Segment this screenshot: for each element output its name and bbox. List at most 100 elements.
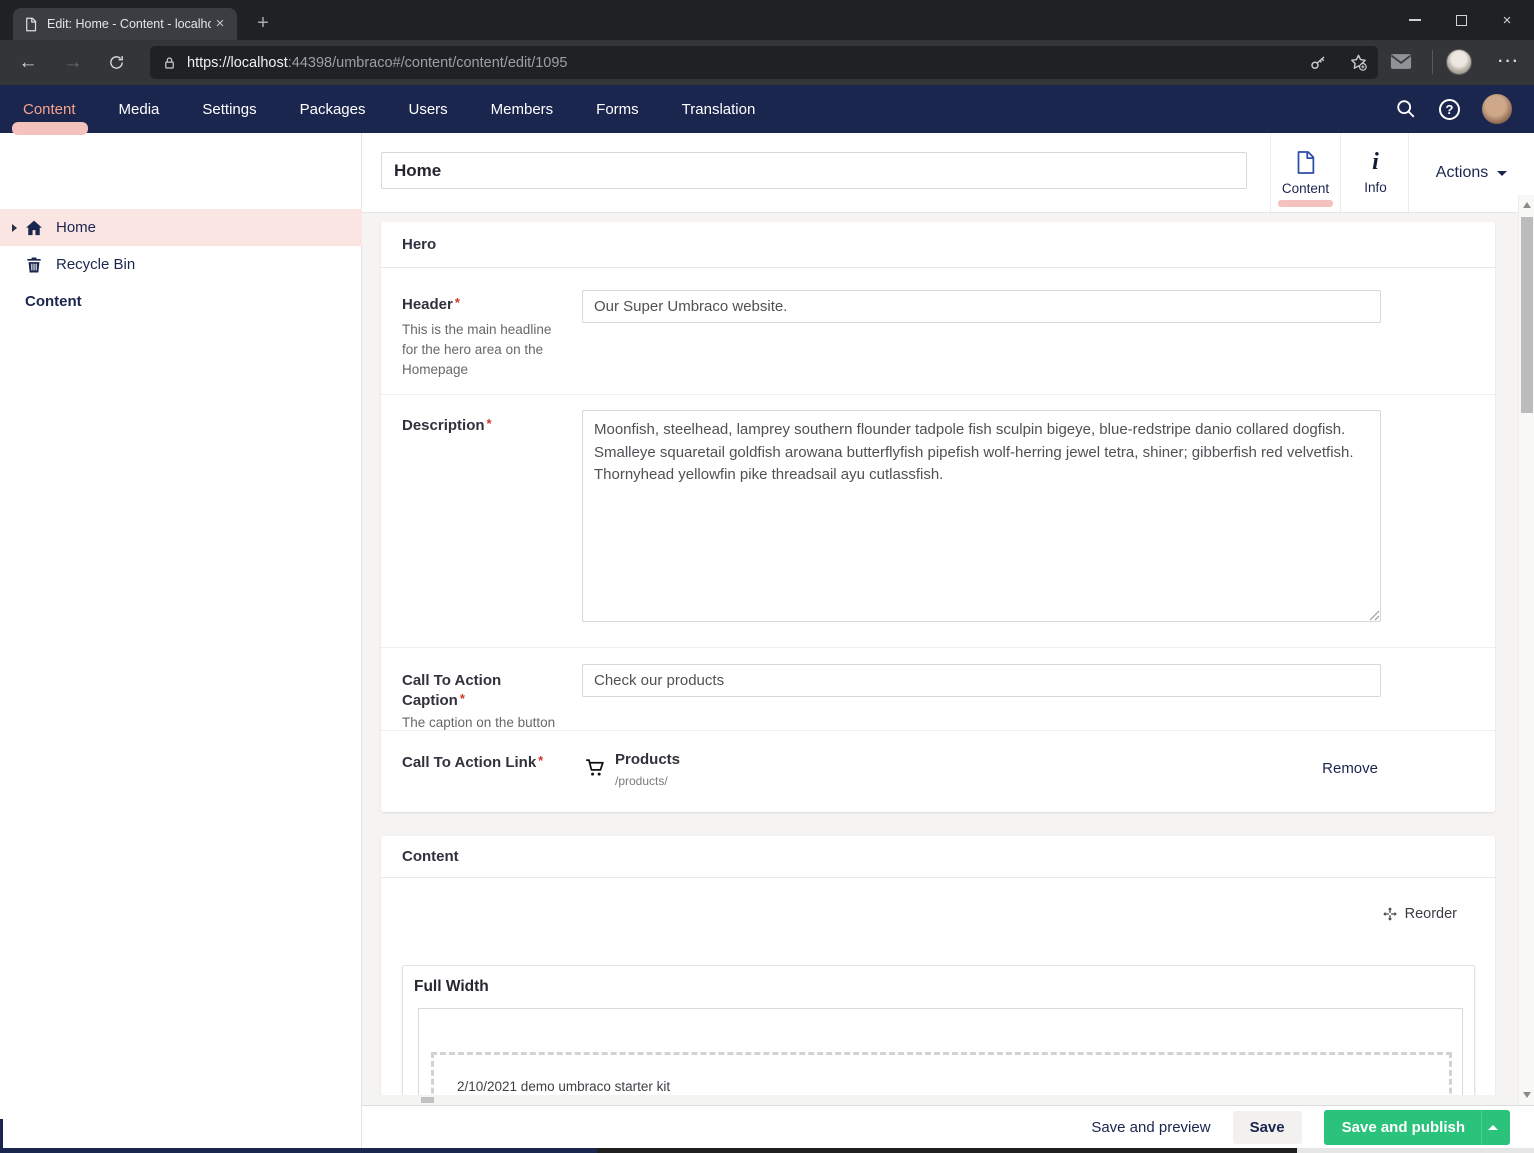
new-tab-button[interactable]: + [251, 12, 275, 36]
bottom-edge-strip [0, 1148, 1534, 1153]
search-icon[interactable] [1395, 98, 1417, 120]
tree-item-recycle-bin[interactable]: Recycle Bin [0, 246, 362, 283]
nav-item-users[interactable]: Users [408, 101, 447, 118]
property-row-header: Header* This is the main headline for th… [381, 268, 1495, 395]
save-button[interactable]: Save [1233, 1111, 1302, 1144]
cta-link-url: /products/ [615, 774, 668, 788]
window-edge-sliver [0, 1119, 3, 1148]
editor-header: Content i Info Actions [362, 133, 1534, 213]
content-group-title: Content [402, 848, 459, 865]
expand-caret-icon[interactable] [12, 224, 17, 232]
close-icon: × [1503, 12, 1512, 29]
cta-caption-help-text: The caption on the button [402, 713, 567, 733]
refresh-button[interactable] [102, 49, 130, 77]
save-and-preview-button[interactable]: Save and preview [1091, 1119, 1210, 1136]
maximize-icon [1456, 15, 1467, 26]
strip-dark [597, 1148, 1297, 1153]
block-title: Full Width [414, 978, 489, 996]
umbraco-nav-right: ? [1395, 85, 1534, 133]
vertical-scroll-thumb[interactable] [1521, 217, 1533, 413]
window-maximize-button[interactable] [1438, 0, 1484, 40]
block-item-text: 2/10/2021 demo umbraco starter kit [457, 1079, 670, 1094]
tab-content[interactable]: Content [1270, 133, 1340, 212]
nav-item-settings[interactable]: Settings [202, 101, 256, 118]
favorite-star-add-icon[interactable] [1349, 53, 1368, 72]
required-mark: * [455, 295, 460, 310]
nav-item-packages[interactable]: Packages [300, 101, 366, 118]
move-icon [1382, 906, 1398, 922]
content-tree-panel: Content Home Recycle Bin [0, 133, 362, 1148]
document-icon [1295, 150, 1316, 175]
user-avatar[interactable] [1482, 94, 1512, 124]
description-label: Description* [402, 416, 567, 436]
block-inner-area: 2/10/2021 demo umbraco starter kit [418, 1008, 1463, 1095]
page-favicon-icon [23, 17, 38, 32]
browser-profile-avatar[interactable] [1446, 49, 1472, 75]
active-section-indicator [12, 122, 88, 135]
header-input[interactable] [582, 290, 1381, 323]
tree-item-home[interactable]: Home [0, 209, 362, 246]
tab-close-icon[interactable]: × [211, 15, 229, 33]
browser-tab[interactable]: Edit: Home - Content - localhost × [13, 8, 237, 40]
active-tab-indicator [1278, 200, 1333, 207]
resize-grip-icon[interactable] [1369, 610, 1380, 621]
scroll-up-arrow[interactable] [1523, 202, 1531, 208]
url-bar[interactable]: https://localhost:44398/umbraco#/content… [150, 46, 1378, 79]
window-close-button[interactable]: × [1484, 0, 1530, 40]
strip-navy [0, 1148, 597, 1153]
nav-item-translation[interactable]: Translation [682, 101, 756, 118]
chevron-up-icon [1488, 1125, 1498, 1130]
content-group-header: Content [381, 836, 1495, 878]
publish-options-toggle[interactable] [1481, 1110, 1510, 1145]
window-minimize-button[interactable] [1392, 0, 1438, 40]
chevron-down-icon [1497, 171, 1507, 176]
editor-scroll-area: Hero Header* This is the main headline f… [362, 213, 1518, 1095]
strip-light [1297, 1148, 1534, 1153]
tab-title: Edit: Home - Content - localhost [47, 17, 211, 31]
reorder-button[interactable]: Reorder [1382, 906, 1457, 922]
url-text[interactable]: https://localhost:44398/umbraco#/content… [187, 55, 1309, 71]
url-host: https://localhost [187, 55, 288, 71]
block-drop-zone[interactable]: 2/10/2021 demo umbraco starter kit [431, 1052, 1452, 1095]
hero-group-header: Hero [381, 222, 1495, 268]
cta-link-title[interactable]: Products [615, 751, 680, 768]
scroll-down-arrow[interactable] [1523, 1092, 1531, 1098]
browser-menu-button[interactable]: ··· [1488, 53, 1530, 71]
nav-item-forms[interactable]: Forms [596, 101, 639, 118]
umbraco-top-nav: Content Media Settings Packages Users Me… [0, 85, 1534, 133]
forward-button[interactable]: → [59, 49, 87, 77]
cta-caption-label: Call To Action Caption* [402, 671, 567, 710]
minimize-icon [1409, 19, 1421, 21]
nav-item-members[interactable]: Members [491, 101, 554, 118]
lock-icon [162, 55, 177, 71]
nav-item-content[interactable]: Content [23, 101, 76, 118]
mail-icon [1390, 53, 1412, 70]
mail-button[interactable] [1390, 53, 1412, 75]
tab-info-label: Info [1364, 180, 1387, 195]
horizontal-scrollbar[interactable] [362, 1095, 1518, 1105]
password-key-icon[interactable] [1309, 54, 1327, 72]
horizontal-scroll-thumb[interactable] [421, 1097, 434, 1103]
cta-caption-input[interactable] [582, 664, 1381, 697]
header-help-text: This is the main headline for the hero a… [402, 320, 567, 380]
description-textarea[interactable]: Moonfish, steelhead, lamprey southern fl… [582, 410, 1381, 622]
remove-link-button[interactable]: Remove [1322, 760, 1378, 777]
save-and-publish-label: Save and publish [1324, 1110, 1481, 1145]
vertical-scrollbar[interactable] [1518, 195, 1534, 1105]
content-group-card: Content Reorder Full Width 2/10/2021 dem… [381, 836, 1495, 1095]
document-name-input[interactable] [381, 152, 1247, 189]
tree-item-label: Recycle Bin [56, 256, 135, 273]
required-mark: * [460, 691, 465, 706]
caret-spacer [12, 261, 17, 269]
nav-item-media[interactable]: Media [119, 101, 160, 118]
actions-dropdown[interactable]: Actions [1408, 133, 1534, 212]
tab-info[interactable]: i Info [1340, 133, 1410, 212]
actions-label: Actions [1436, 164, 1488, 182]
help-icon[interactable]: ? [1439, 99, 1460, 120]
property-row-cta-link: Call To Action Link* Products /products/… [381, 731, 1495, 812]
save-and-publish-button[interactable]: Save and publish [1324, 1110, 1510, 1145]
back-button[interactable]: ← [14, 49, 42, 77]
block-full-width[interactable]: Full Width 2/10/2021 demo umbraco starte… [402, 965, 1475, 1095]
toolbar-separator [1432, 50, 1433, 74]
browser-window: Edit: Home - Content - localhost × + × ←… [0, 0, 1534, 1153]
